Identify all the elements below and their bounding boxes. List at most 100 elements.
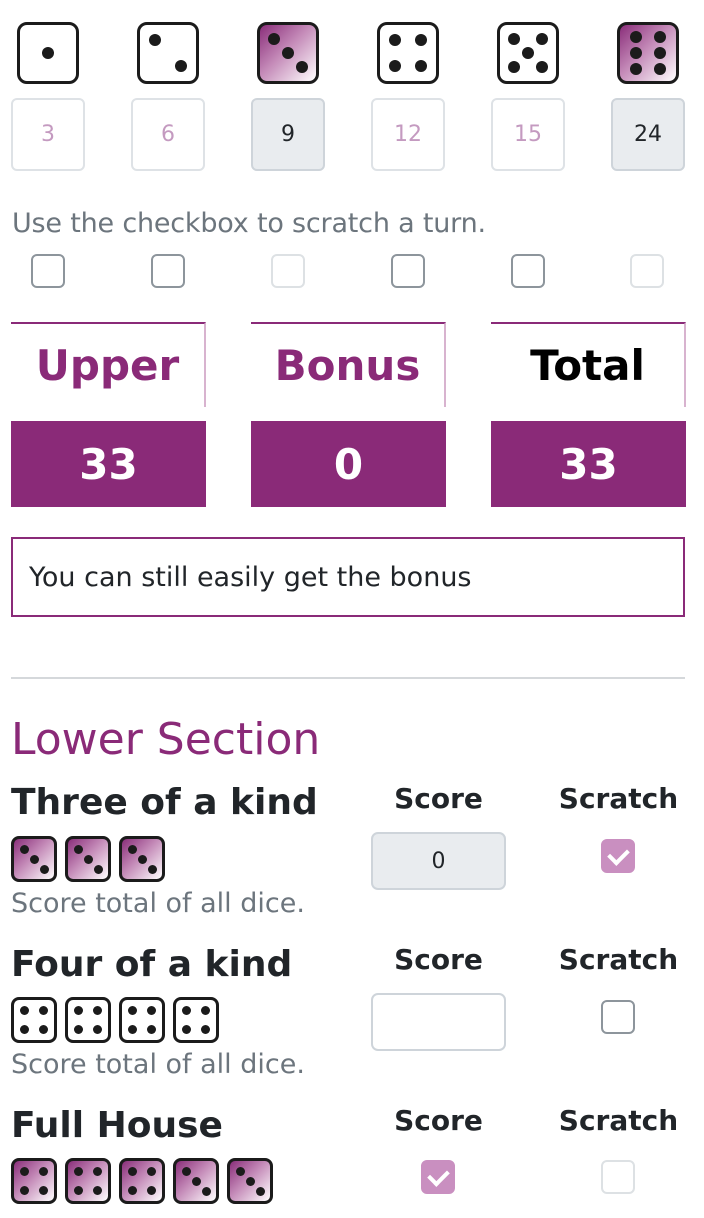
die-pip <box>414 34 427 47</box>
die-four-icon <box>377 22 439 84</box>
upper-total-label: Upper <box>11 322 206 407</box>
score-sixes-field: 24 <box>611 98 685 171</box>
die-pip <box>93 864 103 874</box>
die-pip <box>38 1167 48 1177</box>
scratch-column-label: Scratch <box>558 1104 679 1137</box>
die-pip <box>630 31 643 44</box>
die-pip <box>508 61 520 73</box>
die-three-icon <box>173 1158 219 1204</box>
three-of-a-kind-scratch-checkbox[interactable] <box>601 839 635 873</box>
die-pip <box>653 31 666 44</box>
die-pip <box>146 1006 156 1016</box>
scratch-threes-checkbox <box>271 254 305 288</box>
die-four-icon <box>119 1158 165 1204</box>
scratch-column-label: Scratch <box>558 782 679 815</box>
die-pip <box>20 1185 30 1195</box>
die-pip <box>630 62 643 75</box>
four-of-a-kind-scratch-checkbox[interactable] <box>601 1000 635 1034</box>
die-pip <box>128 1006 138 1016</box>
scratch-hint-text: Use the checkbox to scratch a turn. <box>12 208 486 239</box>
bonus-value: 0 <box>251 421 446 507</box>
four-of-a-kind-description: Score total of all dice. <box>11 1049 305 1080</box>
die-pip <box>74 1024 84 1034</box>
die-pip <box>92 1006 102 1016</box>
die-pip <box>146 1167 156 1177</box>
full-house-scratch-checkbox <box>601 1160 635 1194</box>
three-of-a-kind-score-field: 0 <box>371 832 506 890</box>
die-pip <box>38 1006 48 1016</box>
scratch-fours-checkbox[interactable] <box>391 254 425 288</box>
die-pip <box>522 47 534 59</box>
die-pip <box>268 33 280 45</box>
score-column-label: Score <box>394 1104 483 1137</box>
bonus-label: Bonus <box>251 322 446 407</box>
die-pip <box>20 1167 30 1177</box>
die-three-icon <box>11 836 57 882</box>
bonus-status-message: You can still easily get the bonus <box>11 537 685 617</box>
lower-section-title: Lower Section <box>11 714 321 765</box>
die-pip <box>39 864 49 874</box>
die-four-icon <box>65 997 111 1043</box>
die-pip <box>200 1006 210 1016</box>
scratch-ones-checkbox[interactable] <box>31 254 65 288</box>
die-pip <box>536 61 548 73</box>
die-pip <box>74 1167 84 1177</box>
full-house-dice <box>11 1158 273 1204</box>
die-pip <box>128 1167 138 1177</box>
die-pip <box>74 1006 84 1016</box>
die-pip <box>38 1185 48 1195</box>
die-four-icon <box>65 1158 111 1204</box>
die-pip <box>42 47 54 59</box>
grand-total-label: Total <box>491 322 686 407</box>
three-of-a-kind-description: Score total of all dice. <box>11 888 305 919</box>
die-pip <box>20 1024 30 1034</box>
die-column-threes <box>251 22 325 84</box>
die-pip <box>296 61 308 73</box>
die-pip <box>255 1186 265 1196</box>
four-of-a-kind-score-input[interactable] <box>371 993 506 1051</box>
three-of-a-kind-title: Three of a kind <box>11 782 318 823</box>
scratch-twos-checkbox[interactable] <box>151 254 185 288</box>
die-pip <box>146 1024 156 1034</box>
die-pip <box>128 1185 138 1195</box>
die-three-icon <box>65 836 111 882</box>
die-pip <box>174 59 187 72</box>
score-column-label: Score <box>394 943 483 976</box>
die-pip <box>73 844 83 854</box>
die-pip <box>19 844 29 854</box>
die-three-icon <box>227 1158 273 1204</box>
die-pip <box>92 1185 102 1195</box>
die-pip <box>83 854 93 864</box>
score-fives-button[interactable]: 15 <box>491 98 565 171</box>
full-house-score-checkbox[interactable] <box>421 1160 455 1194</box>
scratch-fives-checkbox[interactable] <box>511 254 545 288</box>
scratch-column-label: Scratch <box>558 943 679 976</box>
three-of-a-kind-dice <box>11 836 165 882</box>
die-column-fives <box>491 22 565 84</box>
die-five-icon <box>497 22 559 84</box>
bonus-status-text: You can still easily get the bonus <box>29 561 472 593</box>
die-column-twos <box>131 22 205 84</box>
score-ones-button[interactable]: 3 <box>11 98 85 171</box>
die-pip <box>389 34 402 47</box>
die-pip <box>92 1167 102 1177</box>
die-column-fours <box>371 22 445 84</box>
die-pip <box>653 47 666 59</box>
die-three-icon <box>257 22 319 84</box>
die-pip <box>282 47 294 59</box>
die-pip <box>414 59 427 72</box>
die-six-icon <box>617 22 679 84</box>
grand-total-value: 33 <box>491 421 686 507</box>
die-pip <box>149 34 162 47</box>
die-pip <box>20 1006 30 1016</box>
score-fours-button[interactable]: 12 <box>371 98 445 171</box>
die-pip <box>92 1024 102 1034</box>
die-pip <box>38 1024 48 1034</box>
four-of-a-kind-title: Four of a kind <box>11 944 293 985</box>
score-twos-button[interactable]: 6 <box>131 98 205 171</box>
die-pip <box>182 1024 192 1034</box>
section-divider <box>11 677 685 679</box>
scratch-sixes-checkbox <box>630 254 664 288</box>
die-three-icon <box>119 836 165 882</box>
die-pip <box>200 1024 210 1034</box>
